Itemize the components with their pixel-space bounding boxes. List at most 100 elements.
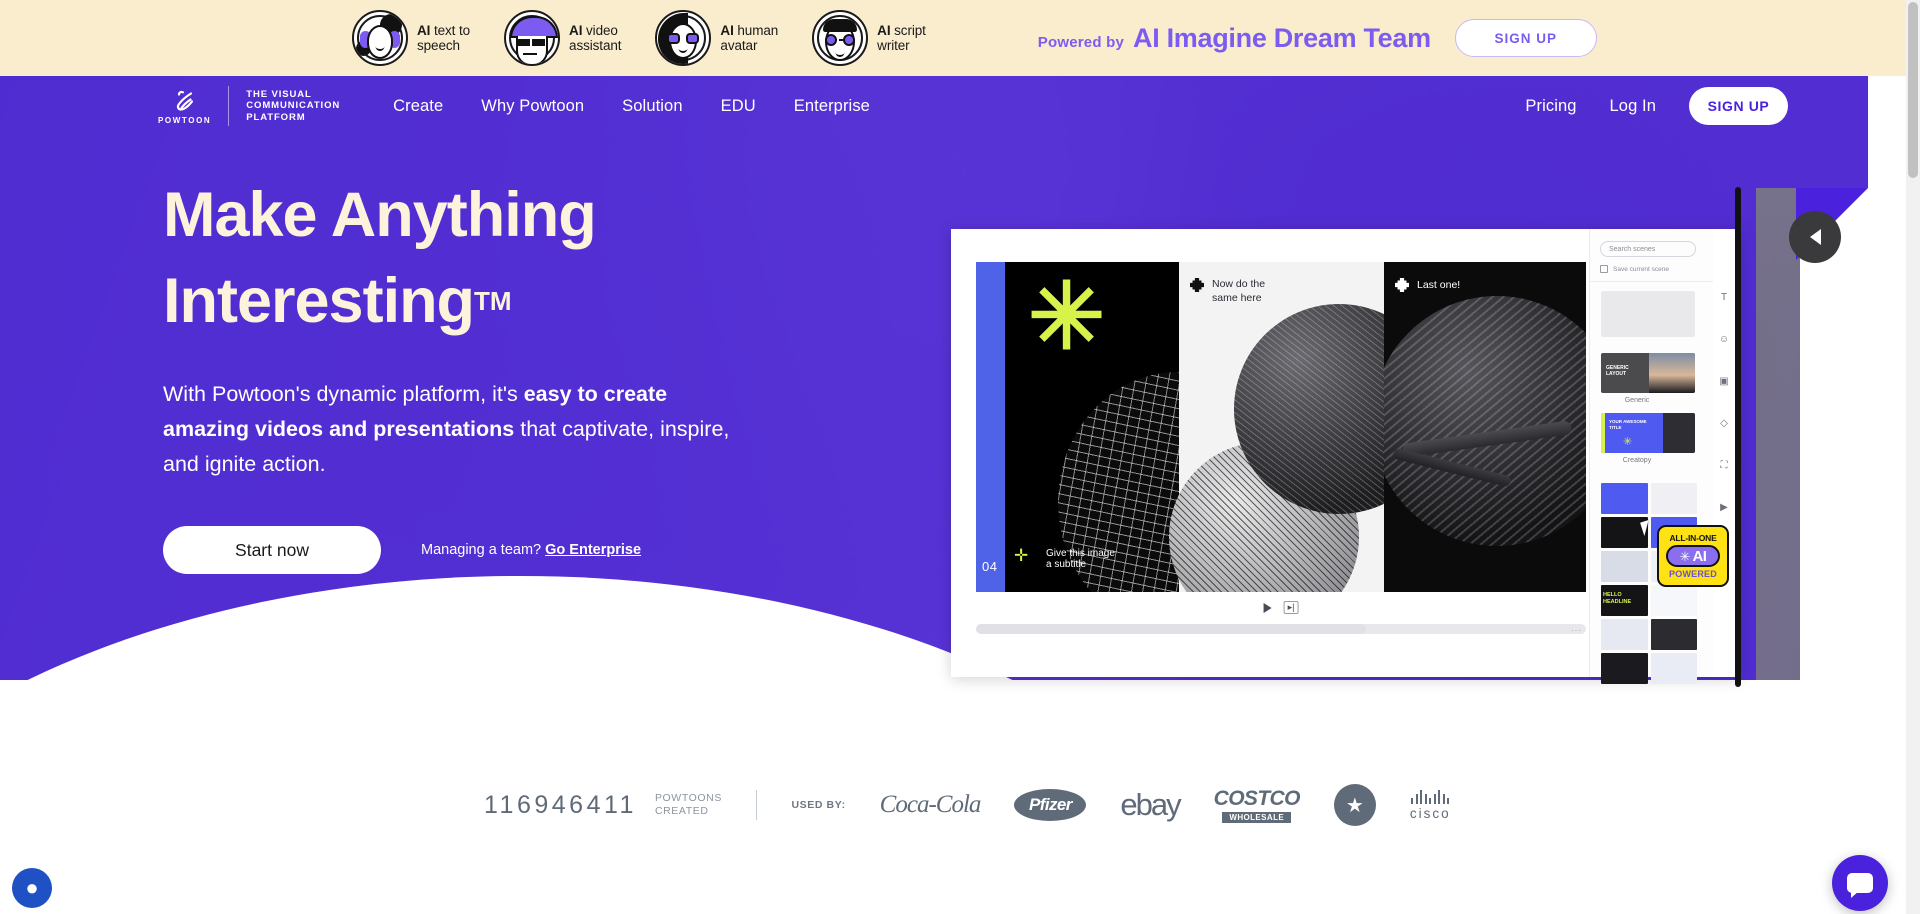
play-controls[interactable]: ▸| (1263, 601, 1299, 614)
promo-feature-bold: AI (569, 23, 583, 38)
nav-item-edu[interactable]: EDU (721, 97, 756, 116)
powtoon-glyph-icon (176, 90, 193, 111)
template-tile[interactable] (1650, 653, 1697, 684)
scrollbar-thumb[interactable] (1908, 2, 1918, 178)
badge-ai-pill: ✳ AI (1666, 545, 1720, 567)
chat-button[interactable] (1832, 855, 1888, 911)
next-frame-icon[interactable]: ▸| (1283, 601, 1299, 614)
ai-human-avatar-icon (655, 10, 712, 66)
tagline-line-3: PLATFORM (246, 111, 306, 123)
search-scenes-placeholder: Search scenes (1609, 245, 1656, 253)
promo-brand-name: AI Imagine Dream Team (1133, 22, 1431, 53)
voiceover-button[interactable] (1789, 211, 1841, 263)
thumb-title: YOUR AWESOME TITLE (1609, 419, 1647, 430)
play-icon[interactable] (1263, 602, 1272, 613)
promo-feature-line2: writer (877, 38, 910, 53)
editor-playback-controls: ▸| ··· (976, 601, 1586, 641)
template-tile[interactable] (1650, 585, 1697, 616)
editor-scenes-panel: Search scenes Save current scene GENERIC… (1589, 229, 1714, 684)
puzzle-piece-icon (1190, 278, 1204, 292)
promo-feature-bold: AI (877, 23, 891, 38)
template-tile[interactable] (1601, 551, 1648, 582)
canvas-scene-1: ✳ 04 ✛ Give this image a subtitle (976, 262, 1298, 592)
template-tile[interactable] (1650, 483, 1697, 514)
template-tile[interactable] (1601, 653, 1648, 684)
nav-item-create[interactable]: Create (393, 97, 443, 116)
scene-caption-creatopy: Creatopy (1622, 457, 1652, 464)
scene-thumb-blank[interactable] (1601, 291, 1695, 337)
template-tile-hello-headline[interactable]: HELLO HEADLINE (1601, 585, 1648, 616)
all-in-one-ai-badge: ALL-IN-ONE ✳ AI POWERED (1657, 525, 1729, 587)
promo-signup-label: SIGN UP (1494, 30, 1558, 46)
nav-item-why-powtoon[interactable]: Why Powtoon (481, 97, 584, 116)
chat-bubble-icon (1847, 873, 1873, 898)
promo-feature-label: AI script writer (877, 23, 926, 53)
character-tool-icon[interactable]: ☺ (1718, 333, 1730, 345)
start-now-button[interactable]: Start now (163, 526, 381, 574)
editor-canvas: ✳ 04 ✛ Give this image a subtitle Now do… (976, 262, 1586, 592)
promo-feature-ai-text-to-speech[interactable]: AI text to speech (352, 10, 470, 66)
badge-line-2: POWERED (1669, 569, 1717, 579)
headline-line-1: Make Anything (163, 180, 597, 250)
template-tile[interactable] (1601, 483, 1648, 514)
page-bottom-spacer (0, 890, 1920, 914)
promo-feature-rest: script (894, 23, 926, 38)
nav-links: Create Why Powtoon Solution EDU Enterpri… (393, 97, 870, 116)
nav-item-solution[interactable]: Solution (622, 97, 682, 116)
powtoon-logo[interactable]: POWTOON THE VISUAL COMMUNICATION PLATFOR… (158, 86, 340, 126)
trademark-mark: TM (474, 286, 512, 316)
template-tile[interactable] (1650, 619, 1697, 650)
scene-caption-a: Give this image a subtitle (1046, 548, 1115, 570)
scene-thumb-generic[interactable]: GENERIC LAYOUT (1601, 353, 1695, 393)
thumb-asterisk-icon: ✳ (1623, 436, 1633, 448)
timeline-progress (976, 624, 1367, 634)
brand-logo-pfizer: Pfizer (1014, 789, 1087, 821)
scene-thumb-creatopy[interactable]: YOUR AWESOME TITLE ✳ (1601, 413, 1695, 453)
promo-feature-ai-video-assistant[interactable]: AI video assistant (504, 10, 622, 66)
text-tool-icon[interactable]: T (1718, 291, 1730, 303)
speaker-icon (1809, 229, 1821, 245)
sub-part-1: With Powtoon's dynamic platform, it's (163, 382, 524, 406)
ebay-wordmark: ebay (1120, 787, 1181, 822)
video-tool-icon[interactable]: ▶ (1718, 501, 1730, 513)
save-current-scene-button[interactable]: Save current scene (1600, 265, 1669, 273)
counter-label-line-2: CREATED (654, 805, 709, 817)
promo-feature-ai-script-writer[interactable]: AI script writer (812, 10, 926, 66)
props-tool-icon[interactable]: ◇ (1718, 417, 1730, 429)
brand-logos: Coca-Cola Pfizer ebay COSTCO WHOLESALE ★ (880, 784, 1451, 826)
nav-item-pricing[interactable]: Pricing (1525, 97, 1576, 116)
nav-signup-button[interactable]: SIGN UP (1689, 87, 1788, 125)
page-title: Make Anything InterestingTM (163, 172, 783, 344)
logo-divider (228, 86, 230, 126)
nav-item-login[interactable]: Log In (1610, 97, 1656, 116)
brand-logo-ebay: ebay (1120, 787, 1181, 823)
powtoons-created-label: POWTOONS CREATED (655, 792, 722, 818)
promo-feature-ai-human-avatar[interactable]: AI human avatar (655, 10, 778, 66)
go-enterprise-link[interactable]: Go Enterprise (545, 542, 641, 558)
promo-feature-rest: human (737, 23, 779, 38)
thumb-stripe (1601, 413, 1605, 453)
start-now-label: Start now (235, 539, 309, 560)
accessibility-button[interactable]: ● (12, 868, 52, 908)
page-scrollbar[interactable] (1906, 0, 1920, 914)
search-scenes-input[interactable]: Search scenes (1600, 241, 1696, 257)
scene-accent-stripe (976, 262, 1005, 592)
promo-signup-button[interactable]: SIGN UP (1454, 19, 1597, 57)
powered-by-label: Powered by (1037, 33, 1124, 51)
powtoons-created-counter: 116946411 (484, 790, 637, 819)
costco-wordmark: COSTCO (1213, 787, 1301, 810)
scene-caption-c: Last one! (1395, 278, 1460, 292)
bike-wheel-image (1384, 296, 1586, 546)
tile-title: HELLO HEADLINE (1603, 592, 1632, 605)
shapes-tool-icon[interactable]: ▣ (1718, 375, 1730, 387)
social-proof-inner: 116946411 POWTOONS CREATED USED BY: Coca… (484, 784, 1451, 826)
image-tool-icon[interactable]: ⛶ (1718, 459, 1730, 471)
promo-feature-label: AI text to speech (417, 23, 470, 53)
thumb-title: GENERIC LAYOUT (1606, 365, 1629, 377)
promo-feature-line2: speech (417, 38, 460, 53)
brand-logo-coca-cola: Coca-Cola (880, 791, 982, 819)
template-tile[interactable] (1601, 619, 1648, 650)
nav-item-enterprise[interactable]: Enterprise (794, 97, 870, 116)
timeline-scrubber[interactable]: ··· (976, 624, 1586, 635)
starbucks-siren-icon: ★ (1333, 784, 1376, 826)
